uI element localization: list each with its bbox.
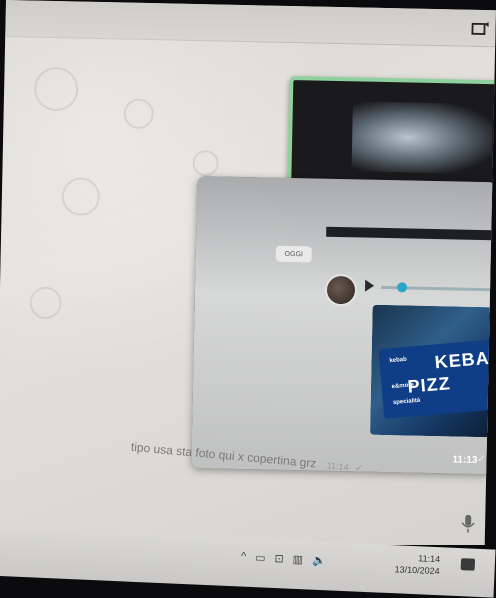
- new-chat-icon[interactable]: [471, 22, 489, 36]
- screenshot-header: [326, 227, 496, 241]
- sign-line-1: KEBA: [434, 348, 491, 374]
- avatar: [325, 274, 358, 307]
- kebab-pizza-sign: kebab KEBA e&more PIZZ specialità: [378, 339, 494, 418]
- system-tray: ^ ▭ ⊡ ▥ 🔈: [240, 545, 326, 573]
- sent-check-icon: ✓: [354, 463, 363, 475]
- sign-small-text: kebab: [389, 357, 407, 364]
- shop-sign-photo: kebab KEBA e&more PIZZ specialità: [370, 305, 495, 438]
- notification-icon[interactable]: [461, 558, 476, 571]
- whatsapp-window: ➦ OGGI kebab KEBA e&more PIZZ specialità…: [0, 0, 496, 555]
- image-content: [351, 101, 492, 174]
- sent-check-icon: ✓: [477, 454, 486, 465]
- microphone-icon[interactable]: [461, 515, 475, 533]
- sign-line-2: PIZZ: [407, 373, 452, 398]
- sign-small-text: specialità: [393, 398, 421, 406]
- network-icon[interactable]: ▥: [292, 552, 303, 565]
- clock[interactable]: 11:14 13/10/2024: [394, 551, 440, 577]
- message-time: 11:14: [326, 461, 349, 473]
- clock-date: 13/10/2024: [394, 563, 440, 577]
- battery-icon[interactable]: ▭: [255, 551, 266, 564]
- message-time: 11:13: [452, 454, 477, 466]
- volume-icon[interactable]: 🔈: [312, 553, 326, 567]
- screenshot-date-chip: OGGI: [276, 246, 312, 263]
- image-message-1[interactable]: [287, 76, 496, 189]
- chevron-up-icon[interactable]: ^: [241, 551, 247, 563]
- camera-icon[interactable]: ⊡: [274, 552, 284, 565]
- play-icon: [365, 280, 374, 292]
- image-message-2[interactable]: OGGI kebab KEBA e&more PIZZ specialità 1…: [191, 176, 496, 474]
- voice-progress-dot: [397, 282, 407, 292]
- screenshot-image: OGGI kebab KEBA e&more PIZZ specialità: [191, 176, 496, 474]
